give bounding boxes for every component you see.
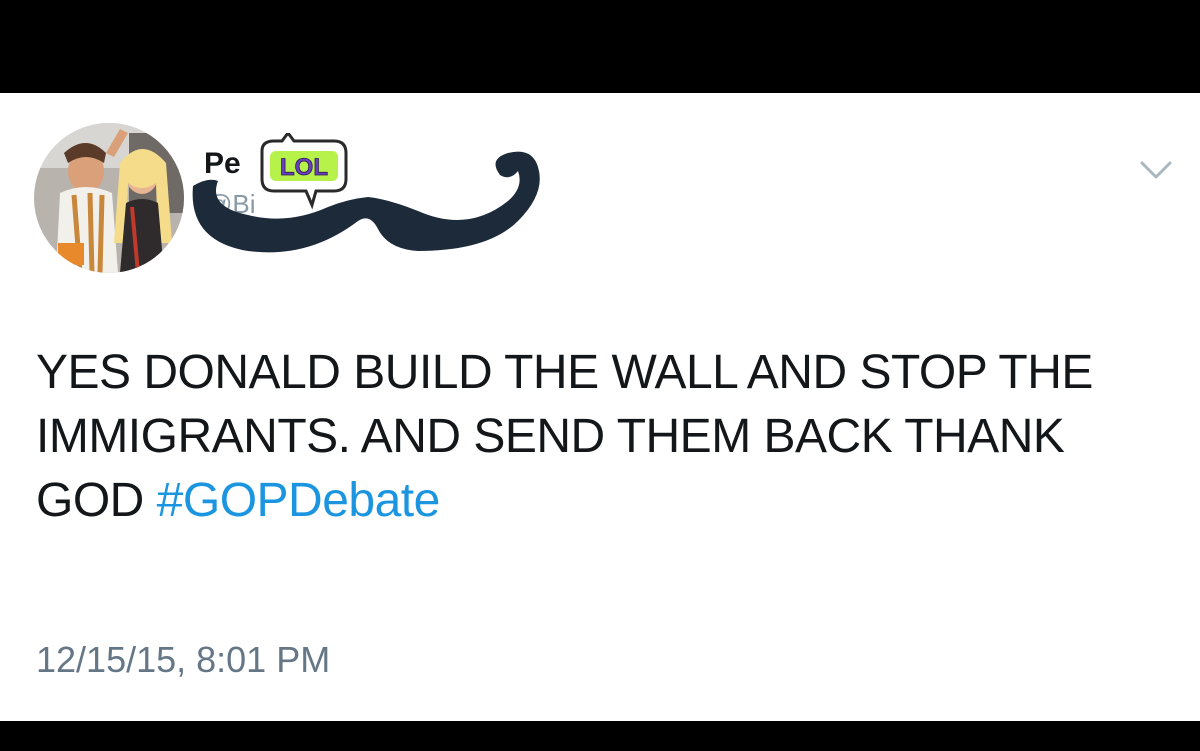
chevron-down-icon[interactable] <box>1138 159 1174 183</box>
sticker-text: LOL <box>280 154 328 181</box>
user-info: Pe @Bi LOL <box>192 133 560 253</box>
avatar-image <box>34 123 184 273</box>
mustache-icon <box>192 151 540 253</box>
lol-sticker: LOL <box>260 133 348 210</box>
avatar[interactable] <box>34 123 184 273</box>
tweet-text: YES DONALD BUILD THE WALL AND STOP THE I… <box>36 341 1146 533</box>
tweet-card: Pe @Bi LOL YES DONALD BUILD THE WALL AND… <box>0 93 1200 721</box>
hashtag-link[interactable]: #GOPDebate <box>157 474 441 527</box>
screen: Pe @Bi LOL YES DONALD BUILD THE WALL AND… <box>0 0 1200 751</box>
tweet-timestamp[interactable]: 12/15/15, 8:01 PM <box>36 639 330 681</box>
